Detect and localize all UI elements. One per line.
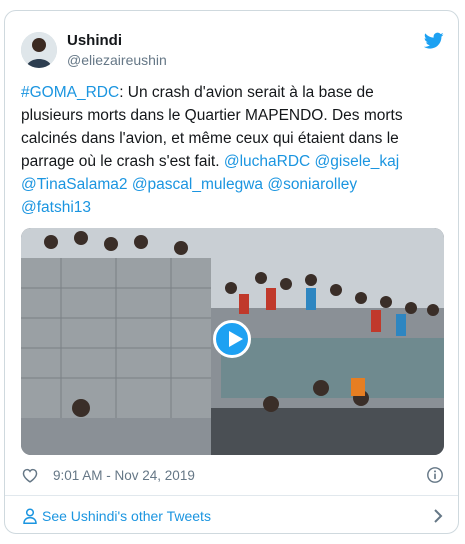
tweet-timestamp[interactable]: 9:01 AM - Nov 24, 2019	[53, 467, 195, 485]
play-icon[interactable]	[213, 320, 251, 358]
author-names: Ushindi @eliezaireushin	[67, 31, 167, 69]
author-display-name[interactable]: Ushindi	[67, 31, 167, 51]
embedded-tweet-card: Ushindi @eliezaireushin #GOMA_RDC: Un cr…	[4, 10, 459, 534]
info-icon[interactable]	[426, 466, 444, 484]
heart-icon[interactable]	[21, 467, 39, 483]
chevron-right-icon[interactable]	[432, 508, 444, 524]
avatar[interactable]	[21, 32, 57, 68]
tweet-text: #GOMA_RDC: Un crash d'avion serait à la …	[21, 81, 426, 219]
mention-link[interactable]: @luchaRDC	[224, 153, 310, 170]
author-handle[interactable]: @eliezaireushin	[67, 51, 167, 69]
video-thumbnail[interactable]	[21, 228, 444, 455]
mention-link[interactable]: @soniarolley	[267, 176, 357, 193]
mention-link[interactable]: @pascal_mulegwa	[132, 176, 263, 193]
mention-link[interactable]: @TinaSalama2	[21, 176, 128, 193]
person-icon	[23, 508, 37, 524]
mention-link[interactable]: @gisele_kaj	[315, 153, 400, 170]
tweet-header: Ushindi @eliezaireushin	[21, 28, 444, 70]
mention-link[interactable]: @fatshi13	[21, 199, 91, 216]
tweet-footer: 9:01 AM - Nov 24, 2019	[21, 465, 444, 487]
see-other-tweets-label[interactable]: See Ushindi's other Tweets	[42, 507, 211, 525]
twitter-bird-icon[interactable]	[424, 32, 444, 50]
see-other-tweets-link[interactable]: See Ushindi's other Tweets	[21, 505, 444, 527]
hashtag-link[interactable]: #GOMA_RDC	[21, 84, 119, 101]
divider	[5, 495, 458, 496]
